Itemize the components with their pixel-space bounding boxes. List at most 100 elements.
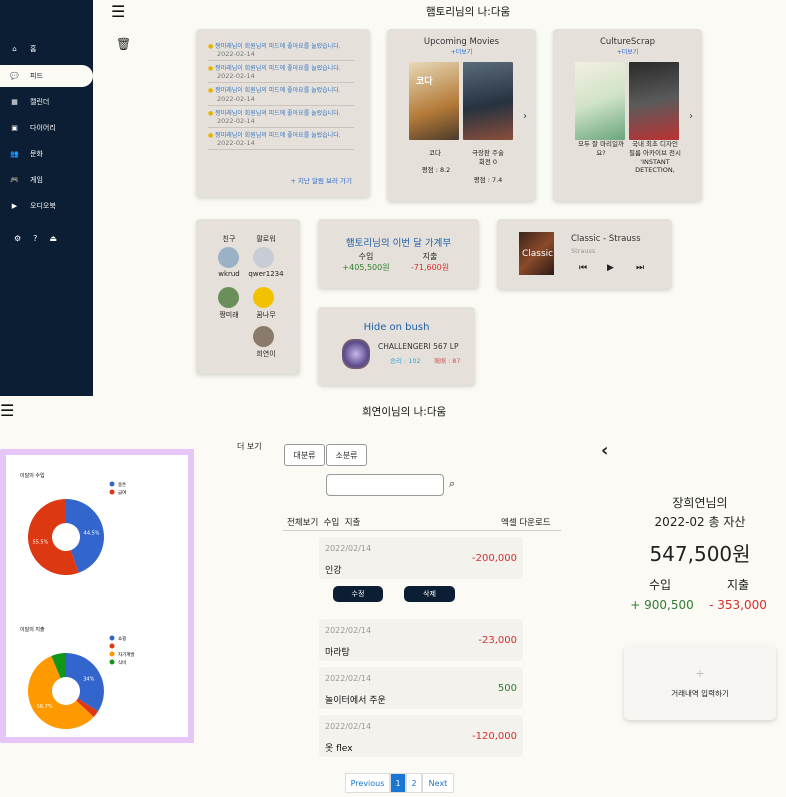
expense-pie-legend-marker <box>109 635 115 641</box>
previous-track-icon[interactable]: ⏮ <box>579 263 587 273</box>
notification-item[interactable]: ● 짱미래님이 회원님의 피드에 좋아요를 눌렀습니다. <box>208 43 354 50</box>
culture-more-link[interactable]: +더보기 <box>553 47 702 56</box>
pager-page-2[interactable]: 2 <box>406 773 422 793</box>
follower-name: qwer1234 <box>248 270 284 278</box>
search-input[interactable] <box>326 474 444 496</box>
expense-pie-title: 이달의 지출 <box>20 626 45 633</box>
music-card: Classic Classic - Strauss Strauss ⏮ ▶ ⏭ <box>497 219 672 289</box>
bell-icon: ● <box>208 109 214 117</box>
income-pie-legend-label: 용돈 <box>118 482 126 488</box>
income-pie-slice-label: 55.5% <box>32 539 48 545</box>
movie-score-2: 평점 : 7.4 <box>473 176 503 184</box>
avatar[interactable] <box>253 287 274 308</box>
add-transaction-card[interactable]: + 거래내역 입력하기 <box>624 645 776 720</box>
summoner-name: Hide on bush <box>363 322 430 333</box>
bell-icon: ● <box>208 87 214 95</box>
notification-list: ● 짱미래님이 회원님의 피드에 좋아요를 눌렀습니다. 2022-02-14 ● … <box>208 43 354 154</box>
expense-label: 지출 <box>422 252 438 261</box>
notification-date: 2022-02-14 <box>208 72 354 84</box>
culture-poster-2[interactable] <box>629 62 679 140</box>
notification-item[interactable]: ● 짱미래님이 회원님의 피드에 좋아요를 눌렀습니다. <box>208 87 354 94</box>
expense-pie-legend-label: 식비 <box>118 659 126 666</box>
movies-more-link[interactable]: +더보기 <box>387 47 536 56</box>
friend-name: 짱미래 <box>219 311 239 319</box>
culture-card: CultureScrap +더보기 › 모두 잘 마리일까 요? 국내 최초 디… <box>553 29 702 201</box>
follower-label: 팔로워 <box>256 235 276 243</box>
movie-poster-jujutsu[interactable] <box>463 62 513 140</box>
help-icon[interactable]: ? <box>33 234 37 243</box>
past-notifications-link[interactable]: + 지난 알림 보러 가기 <box>290 175 352 185</box>
back-chevron-icon[interactable]: ‹ <box>601 440 608 461</box>
avatar[interactable] <box>253 326 274 347</box>
sidebar-item-home[interactable]: ⌂ 홈 <box>0 38 93 60</box>
more-label: 더 보기 <box>237 442 262 451</box>
chevron-right-icon[interactable]: › <box>689 111 693 122</box>
expense-pie-legend-marker <box>109 643 115 649</box>
notification-item[interactable]: ● 짱미래님이 회원님의 피드에 좋아요를 눌렀습니다. <box>208 65 354 72</box>
avatar[interactable] <box>218 247 239 268</box>
movie-score-1: 평점 : 8.2 <box>421 166 451 174</box>
income-pie-legend-marker <box>109 489 115 495</box>
edit-button[interactable]: 수정 <box>333 586 383 602</box>
culture-poster-1[interactable] <box>575 62 625 140</box>
income-label: 수입 <box>358 252 374 261</box>
rank-text: CHALLENGERⅠ 567 LP <box>378 342 459 351</box>
play-icon[interactable]: ▶ <box>607 263 614 273</box>
sidebar-item-game[interactable]: 🎮 게임 <box>0 169 93 191</box>
track-artist: Strauss <box>571 247 596 255</box>
next-track-icon[interactable]: ⏭ <box>636 263 644 273</box>
pager-page-1[interactable]: 1 <box>390 773 406 793</box>
culture-name-2: 국내 최초 디자인 필름 아카이브 전시 'INSTANT DETECTION, <box>629 140 681 175</box>
expense-pie-legend-marker <box>109 659 115 665</box>
bell-icon: ● <box>208 43 214 50</box>
chevron-right-icon[interactable]: › <box>523 111 527 122</box>
pager-next[interactable]: Next <box>422 773 454 793</box>
sidebar-footer: ⚙? ⏏ <box>14 234 57 243</box>
transaction-row[interactable]: 2022/02/14 마라탕 -23,000 <box>319 619 523 661</box>
pager-previous[interactable]: Previous <box>345 773 390 793</box>
sidebar-item-calendar[interactable]: ▦ 캘린더 <box>0 91 93 113</box>
game-icon: 🎮 <box>10 176 19 184</box>
income-pie-legend-marker <box>109 481 115 487</box>
avatar[interactable] <box>218 287 239 308</box>
losses: 패배 : 87 <box>434 357 461 365</box>
notification-date: 2022-02-14 <box>208 117 354 128</box>
category-minor-button[interactable]: 소분류 <box>326 444 367 466</box>
excel-download-link[interactable]: 엑셀 다운로드 <box>501 516 551 528</box>
game-card: Hide on bush CHALLENGERⅠ 567 LP 승리 : 102… <box>318 307 475 385</box>
trash-icon[interactable]: 🗑 <box>116 37 131 51</box>
movies-card: Upcoming Movies +더보기 코다 › 코다 극장판 주술 회전 0… <box>387 29 536 201</box>
sidebar-item-diary[interactable]: ▣ 다이어리 <box>0 117 93 139</box>
search-icon[interactable]: ⌕ <box>449 477 455 491</box>
category-major-button[interactable]: 대분류 <box>284 444 325 466</box>
transaction-row[interactable]: 2022/02/14 인강 -200,000 <box>319 537 523 579</box>
album-cover: Classic <box>519 232 554 275</box>
expense-pie-legend-marker <box>109 651 115 657</box>
menu-icon[interactable]: ☰ <box>0 401 14 420</box>
movie-poster-coda[interactable]: 코다 <box>409 62 459 140</box>
calendar-icon: ▦ <box>11 98 18 106</box>
logout-icon[interactable]: ⏏ <box>49 234 57 243</box>
settings-icon[interactable]: ⚙ <box>14 234 21 243</box>
culture-icon: 👥 <box>10 150 19 158</box>
notification-item[interactable]: ● 짱미래님이 회원님의 피드에 좋아요를 눌렀습니다. <box>208 110 354 117</box>
track-title: Classic - Strauss <box>571 234 641 244</box>
transaction-row[interactable]: 2022/02/14 놀이터에서 주운 500 <box>319 667 523 709</box>
delete-button[interactable]: 삭제 <box>404 586 455 602</box>
friend-label: 친구 <box>222 235 236 243</box>
rank-emblem-icon <box>342 339 370 369</box>
transaction-row[interactable]: 2022/02/14 옷 flex -120,000 <box>319 715 523 757</box>
filter-tabs[interactable]: 전체보기 수입 지출 <box>287 516 360 528</box>
chat-icon: 💬 <box>10 72 19 80</box>
sidebar-item-feed[interactable]: 💬 피드 <box>0 65 93 87</box>
avatar[interactable] <box>253 247 274 268</box>
notification-item[interactable]: ● 짱미래님이 회원님의 피드에 좋아요를 눌렀습니다. <box>208 132 354 139</box>
wins: 승리 : 102 <box>390 357 421 365</box>
menu-icon[interactable]: ☰ <box>111 2 125 21</box>
sidebar-item-culture[interactable]: 👥 문화 <box>0 143 93 165</box>
budget-card[interactable]: 햄토리님의 이번 달 가계부 수입 지출 +405,500원 -71,600원 <box>318 219 479 288</box>
expense-pie-slice-label: 34% <box>83 676 94 682</box>
sidebar-item-audiobook[interactable]: ▶ 오디오북 <box>0 195 93 217</box>
divider <box>283 530 561 531</box>
plus-icon: + <box>695 667 705 680</box>
